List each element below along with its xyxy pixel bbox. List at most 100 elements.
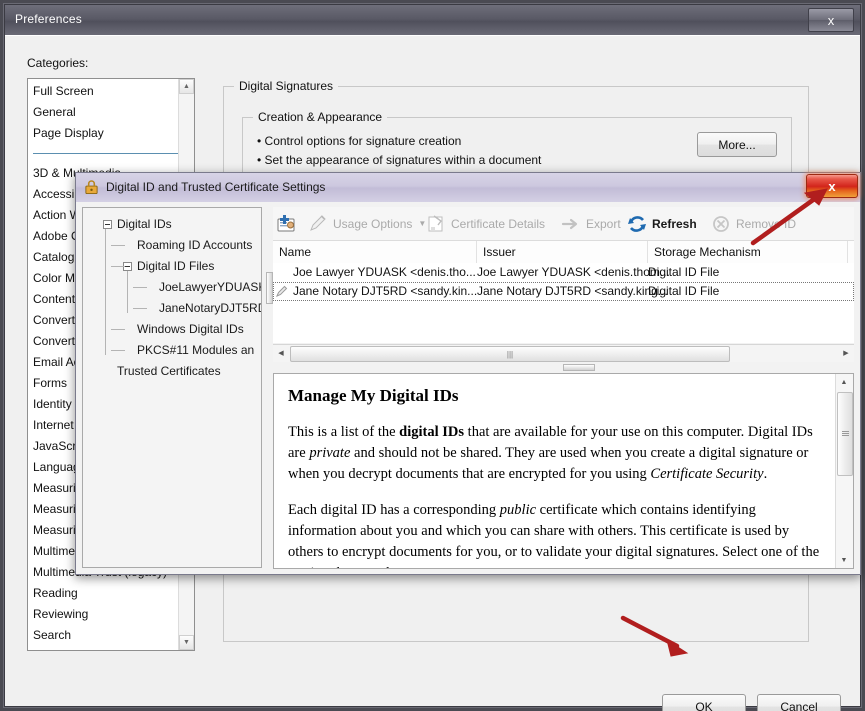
tree-item[interactable]: Trusted Certificates — [83, 361, 261, 382]
tree-item-label: Windows Digital IDs — [137, 322, 244, 336]
add-id-button[interactable] — [275, 210, 301, 237]
refresh-button[interactable]: Refresh — [626, 210, 697, 237]
tree-item[interactable]: PKCS#11 Modules an — [83, 340, 261, 361]
vertical-splitter-grip[interactable] — [266, 272, 273, 304]
table-row[interactable]: Jane Notary DJT5RD <sandy.kin... Jane Not… — [273, 282, 854, 301]
doc-scroll-down-icon[interactable]: ▼ — [836, 552, 852, 568]
tree-item-label: JoeLawyerYDUASK — [159, 280, 262, 294]
remove-id-button-label: Remove ID — [736, 216, 797, 231]
usage-options-button: Usage Options ▼ — [307, 210, 426, 237]
doc-scroll-up-icon[interactable]: ▲ — [836, 374, 852, 390]
certificate-icon — [425, 213, 447, 235]
column-header[interactable]: Name — [273, 241, 477, 263]
cell-issuer: Jane Notary DJT5RD <sandy.king... — [477, 284, 668, 298]
tree-connector-line — [111, 329, 125, 330]
tree-collapse-icon[interactable] — [103, 220, 112, 229]
doc-scroll-thumb[interactable] — [837, 392, 853, 476]
column-header[interactable]: Storage Mechanism — [648, 241, 848, 263]
cell-name: Joe Lawyer YDUASK <denis.tho... — [293, 265, 476, 279]
horizontal-splitter-grip[interactable] — [563, 364, 595, 371]
category-item[interactable]: Reading — [28, 583, 194, 604]
category-item[interactable]: Security — [28, 646, 194, 650]
horizontal-splitter[interactable] — [273, 362, 854, 371]
categories-label: Categories: — [27, 56, 89, 70]
bullet-set-appearance: • Set the appearance of signatures withi… — [257, 153, 542, 167]
doc-paragraph-1-text: This is a list of the digital IDs that a… — [288, 424, 813, 482]
category-item[interactable]: General — [28, 102, 194, 123]
tree-item[interactable]: JoeLawyerYDUASK — [83, 277, 261, 298]
category-item[interactable]: Reviewing — [28, 604, 194, 625]
categories-scroll-up-icon[interactable]: ▲ — [179, 79, 194, 94]
vertical-splitter[interactable] — [264, 207, 273, 568]
screen: Preferences x Categories: Full Screen Gen… — [0, 0, 865, 711]
hscroll-thumb[interactable]: ||| — [290, 346, 730, 362]
categories-scroll-down-icon[interactable]: ▼ — [179, 635, 194, 650]
tree-connector-line — [133, 287, 147, 288]
certificate-details-button-label: Certificate Details — [451, 216, 546, 231]
table-row[interactable]: Joe Lawyer YDUASK <denis.tho... Joe Lawye… — [273, 263, 854, 282]
dialog-toolbar: Usage Options ▼ Certificate Details Export R… — [273, 207, 854, 241]
bullet-control-options: • Control options for signature creation — [257, 134, 462, 148]
tree-connector-line — [111, 266, 125, 267]
tree-item[interactable]: JaneNotaryDJT5RD — [83, 298, 261, 319]
dialog-titlebar: Digital ID and Trusted Certificate Setti… — [76, 173, 860, 203]
add-id-icon — [275, 213, 297, 235]
usage-options-button-label: Usage Options — [333, 216, 413, 231]
tree-connector-line — [127, 271, 128, 313]
list-column-headers: Name Issuer Storage Mechanism — [273, 241, 854, 264]
tree-connector-line — [111, 350, 125, 351]
category-item[interactable]: Page Display — [28, 123, 194, 144]
tree-connector-line — [133, 308, 147, 309]
preferences-title: Preferences — [15, 12, 82, 26]
more-button[interactable]: More... — [697, 132, 777, 157]
preferences-titlebar: Preferences x — [5, 5, 860, 36]
tree-list: Digital IDs Roaming ID Accounts Digital ID… — [83, 208, 261, 382]
cancel-button[interactable]: Cancel — [757, 694, 841, 711]
remove-id-button: Remove ID — [710, 210, 796, 237]
cell-issuer: Joe Lawyer YDUASK <denis.thom... — [477, 265, 670, 279]
doc-heading: Manage My Digital IDs — [288, 386, 459, 405]
refresh-button-label: Refresh — [652, 216, 697, 231]
pencil-icon — [275, 284, 289, 298]
tree-item[interactable]: Digital IDs — [83, 214, 261, 235]
refresh-icon — [626, 213, 648, 235]
tree-item[interactable]: Roaming ID Accounts — [83, 235, 261, 256]
dialog-body: Digital IDs Roaming ID Accounts Digital ID… — [76, 202, 860, 574]
remove-circle-icon — [710, 213, 732, 235]
digital-signatures-group-title: Digital Signatures — [234, 79, 339, 93]
tree-item-label: Trusted Certificates — [117, 364, 221, 378]
cell-storage: Digital ID File — [648, 284, 720, 298]
category-item[interactable]: Search — [28, 625, 194, 646]
tree-item-label: JaneNotaryDJT5RD — [159, 301, 262, 315]
cell-storage: Digital ID File — [648, 265, 720, 279]
hscroll-right-icon[interactable]: ▶ — [838, 345, 854, 361]
ok-button[interactable]: OK — [662, 694, 746, 711]
list-horizontal-scrollbar[interactable]: ◀ ||| ▶ — [273, 344, 854, 362]
pencil-icon — [307, 213, 329, 235]
digital-ids-tree[interactable]: Digital IDs Roaming ID Accounts Digital ID… — [82, 207, 262, 568]
tree-item-label: Digital ID Files — [137, 259, 215, 273]
lock-icon — [85, 180, 98, 195]
creation-appearance-group: Creation & Appearance • Control options … — [242, 110, 792, 177]
column-header[interactable]: Issuer — [477, 241, 648, 263]
categories-separator — [33, 153, 187, 154]
doc-paragraph-2-text: Each digital ID has a corresponding publ… — [288, 502, 820, 568]
certificate-details-button: Certificate Details — [425, 210, 545, 237]
creation-appearance-group-title: Creation & Appearance — [253, 110, 388, 124]
tree-connector-line — [111, 245, 125, 246]
doc-paragraph-1: This is a list of the digital IDs that a… — [288, 422, 821, 485]
export-button-label: Export — [586, 216, 621, 231]
documentation-panel: Manage My Digital IDs This is a list of … — [273, 373, 854, 569]
hscroll-left-icon[interactable]: ◀ — [273, 345, 289, 361]
dialog-close-button[interactable]: x — [806, 174, 858, 198]
tree-item[interactable]: Windows Digital IDs — [83, 319, 261, 340]
documentation-scrollbar[interactable]: ▲ ▼ — [835, 374, 853, 568]
dialog-right-pane: Usage Options ▼ Certificate Details Export R… — [273, 207, 854, 569]
documentation-content: Manage My Digital IDs This is a list of … — [274, 374, 835, 568]
tree-item[interactable]: Digital ID Files — [83, 256, 261, 277]
export-arrow-icon — [560, 213, 582, 235]
creation-appearance-bullets: • Control options for signature creation… — [257, 132, 541, 170]
digital-ids-list[interactable]: Joe Lawyer YDUASK <denis.tho... Joe Lawye… — [273, 263, 854, 343]
category-item[interactable]: Full Screen — [28, 81, 194, 102]
preferences-close-button[interactable]: x — [808, 8, 854, 32]
